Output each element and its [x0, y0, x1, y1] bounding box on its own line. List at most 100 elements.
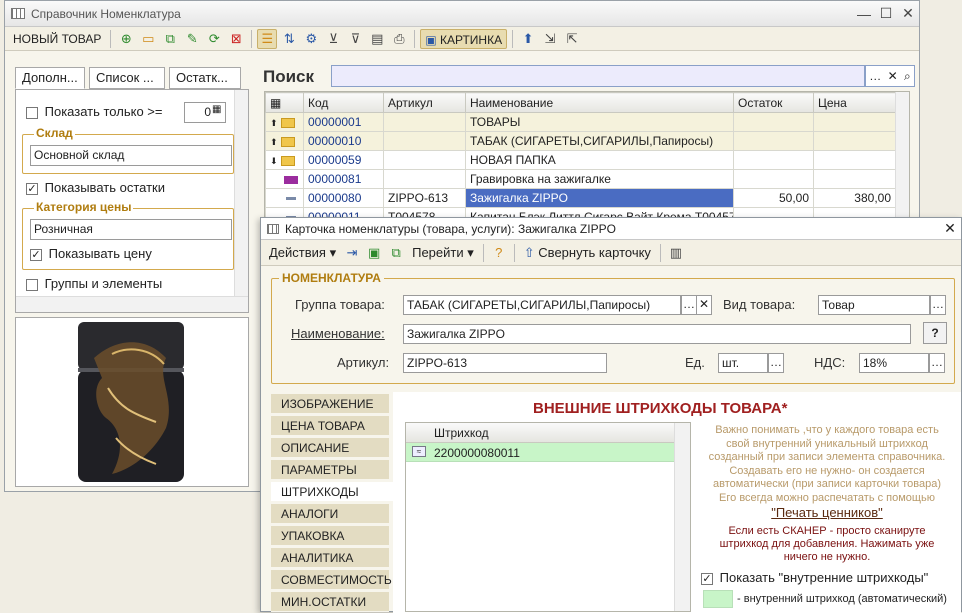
search-input[interactable] — [331, 65, 865, 87]
refresh-icon[interactable]: ⟳ — [204, 29, 224, 49]
filter-icon[interactable]: ⊽ — [345, 29, 365, 49]
goto-menu[interactable]: Перейти ▾ — [408, 243, 478, 263]
price-category-select[interactable]: Розничная — [30, 219, 232, 240]
tab-analogs[interactable]: АНАЛОГИ — [271, 504, 389, 524]
name-field[interactable]: Зажигалка ZIPPO — [403, 324, 911, 344]
move-icon[interactable]: ⇲ — [540, 29, 560, 49]
grid-settings-icon[interactable]: ▦ — [265, 92, 304, 113]
type-select-button[interactable]: … — [930, 295, 946, 315]
maximize-button[interactable]: ☐ — [875, 5, 897, 22]
header-article[interactable]: Артикул — [383, 92, 466, 113]
show-only-checkbox[interactable] — [26, 106, 38, 119]
barcodes-scrollbar[interactable] — [674, 423, 690, 611]
tab-additional[interactable]: Дополн... — [15, 67, 85, 89]
upload-icon[interactable]: ⬆ — [518, 29, 538, 49]
groups-checkbox[interactable] — [26, 278, 38, 291]
cell-price: 380,00 — [813, 188, 896, 208]
warehouse-select[interactable]: Основной склад — [30, 145, 232, 166]
add-folder-icon[interactable]: ▭ — [138, 29, 158, 49]
tab-image[interactable]: ИЗОБРАЖЕНИЕ — [271, 394, 389, 414]
show-stock-label: Показывать остатки — [44, 180, 165, 195]
vat-field[interactable]: 18% — [859, 353, 929, 373]
header-code[interactable]: Код — [303, 92, 384, 113]
copy-icon[interactable]: ⧉ — [160, 29, 180, 49]
header-price[interactable]: Цена — [813, 92, 896, 113]
table-row[interactable]: ⬇ 00000059 НОВАЯ ПАПКА — [265, 150, 896, 170]
filter-settings-icon[interactable]: ⚙ — [301, 29, 321, 49]
close-button[interactable]: ✕ — [897, 5, 919, 22]
table-row[interactable]: ≈ 2200000080011 — [406, 443, 674, 462]
print-icon[interactable]: ⎙ — [389, 29, 409, 49]
collapse-card-button[interactable]: ⇧ Свернуть карточку — [520, 243, 655, 263]
vertical-scrollbar[interactable] — [234, 90, 248, 296]
cell-stock — [733, 112, 814, 132]
search-icon[interactable]: ⌕ — [904, 69, 911, 84]
unit-field[interactable]: шт. — [718, 353, 768, 373]
properties-icon[interactable]: ▤ — [367, 29, 387, 49]
unit-select-button[interactable]: … — [768, 353, 784, 373]
help-icon[interactable]: ? — [489, 243, 509, 263]
search-clear-icon[interactable]: ✕ — [888, 69, 898, 83]
table-row[interactable]: ⬆ 00000010 ТАБАК (СИГАРЕТЫ,СИГАРИЛЫ,Папи… — [265, 131, 896, 151]
goto-icon[interactable]: ⧉ — [386, 243, 406, 263]
group-field[interactable]: ТАБАК (СИГАРЕТЫ,СИГАРИЛЫ,Папиросы) — [403, 295, 681, 315]
header-name[interactable]: Наименование — [465, 92, 734, 113]
show-only-row[interactable]: Показать только >= — [26, 104, 162, 119]
delete-icon[interactable]: ⊠ — [226, 29, 246, 49]
tab-stock[interactable]: Остатк... — [169, 67, 241, 89]
tab-parameters[interactable]: ПАРАМЕТРЫ — [271, 460, 389, 480]
tree-view-icon[interactable]: ☰ — [257, 28, 278, 49]
show-price-row[interactable]: ✓ Показывать цену — [30, 246, 152, 261]
barcode-column-header[interactable]: Штрихкод — [434, 426, 489, 440]
filter-clear-icon[interactable]: ⊻ — [323, 29, 343, 49]
minimize-button[interactable]: — — [853, 6, 875, 22]
vat-select-button[interactable]: … — [929, 353, 945, 373]
add-icon[interactable]: ⊕ — [116, 29, 136, 49]
cell-article — [383, 150, 466, 170]
table-row[interactable]: 00000081 Гравировка на зажигалке — [265, 169, 896, 189]
tab-compatibility[interactable]: СОВМЕСТИМОСТЬ — [271, 570, 392, 590]
export-icon[interactable]: ⇱ — [562, 29, 582, 49]
tab-packaging[interactable]: УПАКОВКА — [271, 526, 389, 546]
save-icon[interactable]: ▣ — [364, 243, 384, 263]
header-stock[interactable]: Остаток — [733, 92, 814, 113]
save-close-icon[interactable]: ⇥ — [342, 243, 362, 263]
article-field[interactable]: ZIPPO-613 — [403, 353, 607, 373]
internal-barcode-swatch — [703, 590, 733, 608]
barcode-row-icon: ≈ — [412, 446, 426, 457]
edit-icon[interactable]: ✎ — [182, 29, 202, 49]
print-price-tags-link[interactable]: "Печать ценников" — [699, 505, 955, 520]
show-internal-checkbox[interactable]: ✓ — [701, 572, 713, 585]
table-row[interactable]: ⬆ 00000001 ТОВАРЫ — [265, 112, 896, 132]
hierarchy-icon[interactable]: ⇅ — [279, 29, 299, 49]
horizontal-scrollbar[interactable] — [16, 296, 248, 312]
actions-menu[interactable]: Действия ▾ — [265, 243, 340, 263]
tab-list[interactable]: Список ... — [89, 67, 165, 89]
show-stock-row[interactable]: ✓ Показывать остатки — [26, 180, 165, 195]
search-select-button[interactable]: … — [869, 69, 881, 83]
group-select-button[interactable]: … — [681, 295, 697, 315]
tab-barcodes[interactable]: ШТРИХКОДЫ — [271, 482, 393, 502]
show-price-label: Показывать цену — [48, 246, 152, 261]
barcode-icon[interactable]: ▥ — [666, 243, 686, 263]
help-button[interactable]: ? — [923, 322, 947, 344]
name-label[interactable]: Наименование: — [291, 326, 385, 341]
toolbar-divider — [482, 243, 484, 262]
tab-analytics[interactable]: АНАЛИТИКА — [271, 548, 389, 568]
type-field[interactable]: Товар — [818, 295, 930, 315]
card-close-button[interactable]: ✕ — [939, 220, 961, 237]
show-price-checkbox[interactable]: ✓ — [30, 248, 42, 261]
picture-button[interactable]: ▣ КАРТИНКА — [420, 28, 508, 49]
tab-description[interactable]: ОПИСАНИЕ — [271, 438, 389, 458]
grid-scrollbar[interactable] — [895, 92, 909, 218]
group-clear-icon[interactable]: ✕ — [696, 295, 712, 315]
tab-min-stock[interactable]: МИН.ОСТАТКИ — [271, 592, 389, 612]
tab-price[interactable]: ЦЕНА ТОВАРА — [271, 416, 389, 436]
new-item-button[interactable]: НОВЫЙ ТОВАР — [9, 29, 105, 49]
table-row[interactable]: 00000080 ZIPPO-613 Зажигалка ZIPPO 50,00… — [265, 188, 896, 208]
catalog-title: Справочник Номенклатура — [31, 6, 181, 21]
show-internal-row[interactable]: ✓ Показать "внутренние штрихкоды" — [701, 570, 928, 585]
groups-row[interactable]: Группы и элементы — [26, 276, 162, 291]
show-stock-checkbox[interactable]: ✓ — [26, 182, 38, 195]
calculator-icon[interactable]: ▦ — [212, 104, 221, 115]
